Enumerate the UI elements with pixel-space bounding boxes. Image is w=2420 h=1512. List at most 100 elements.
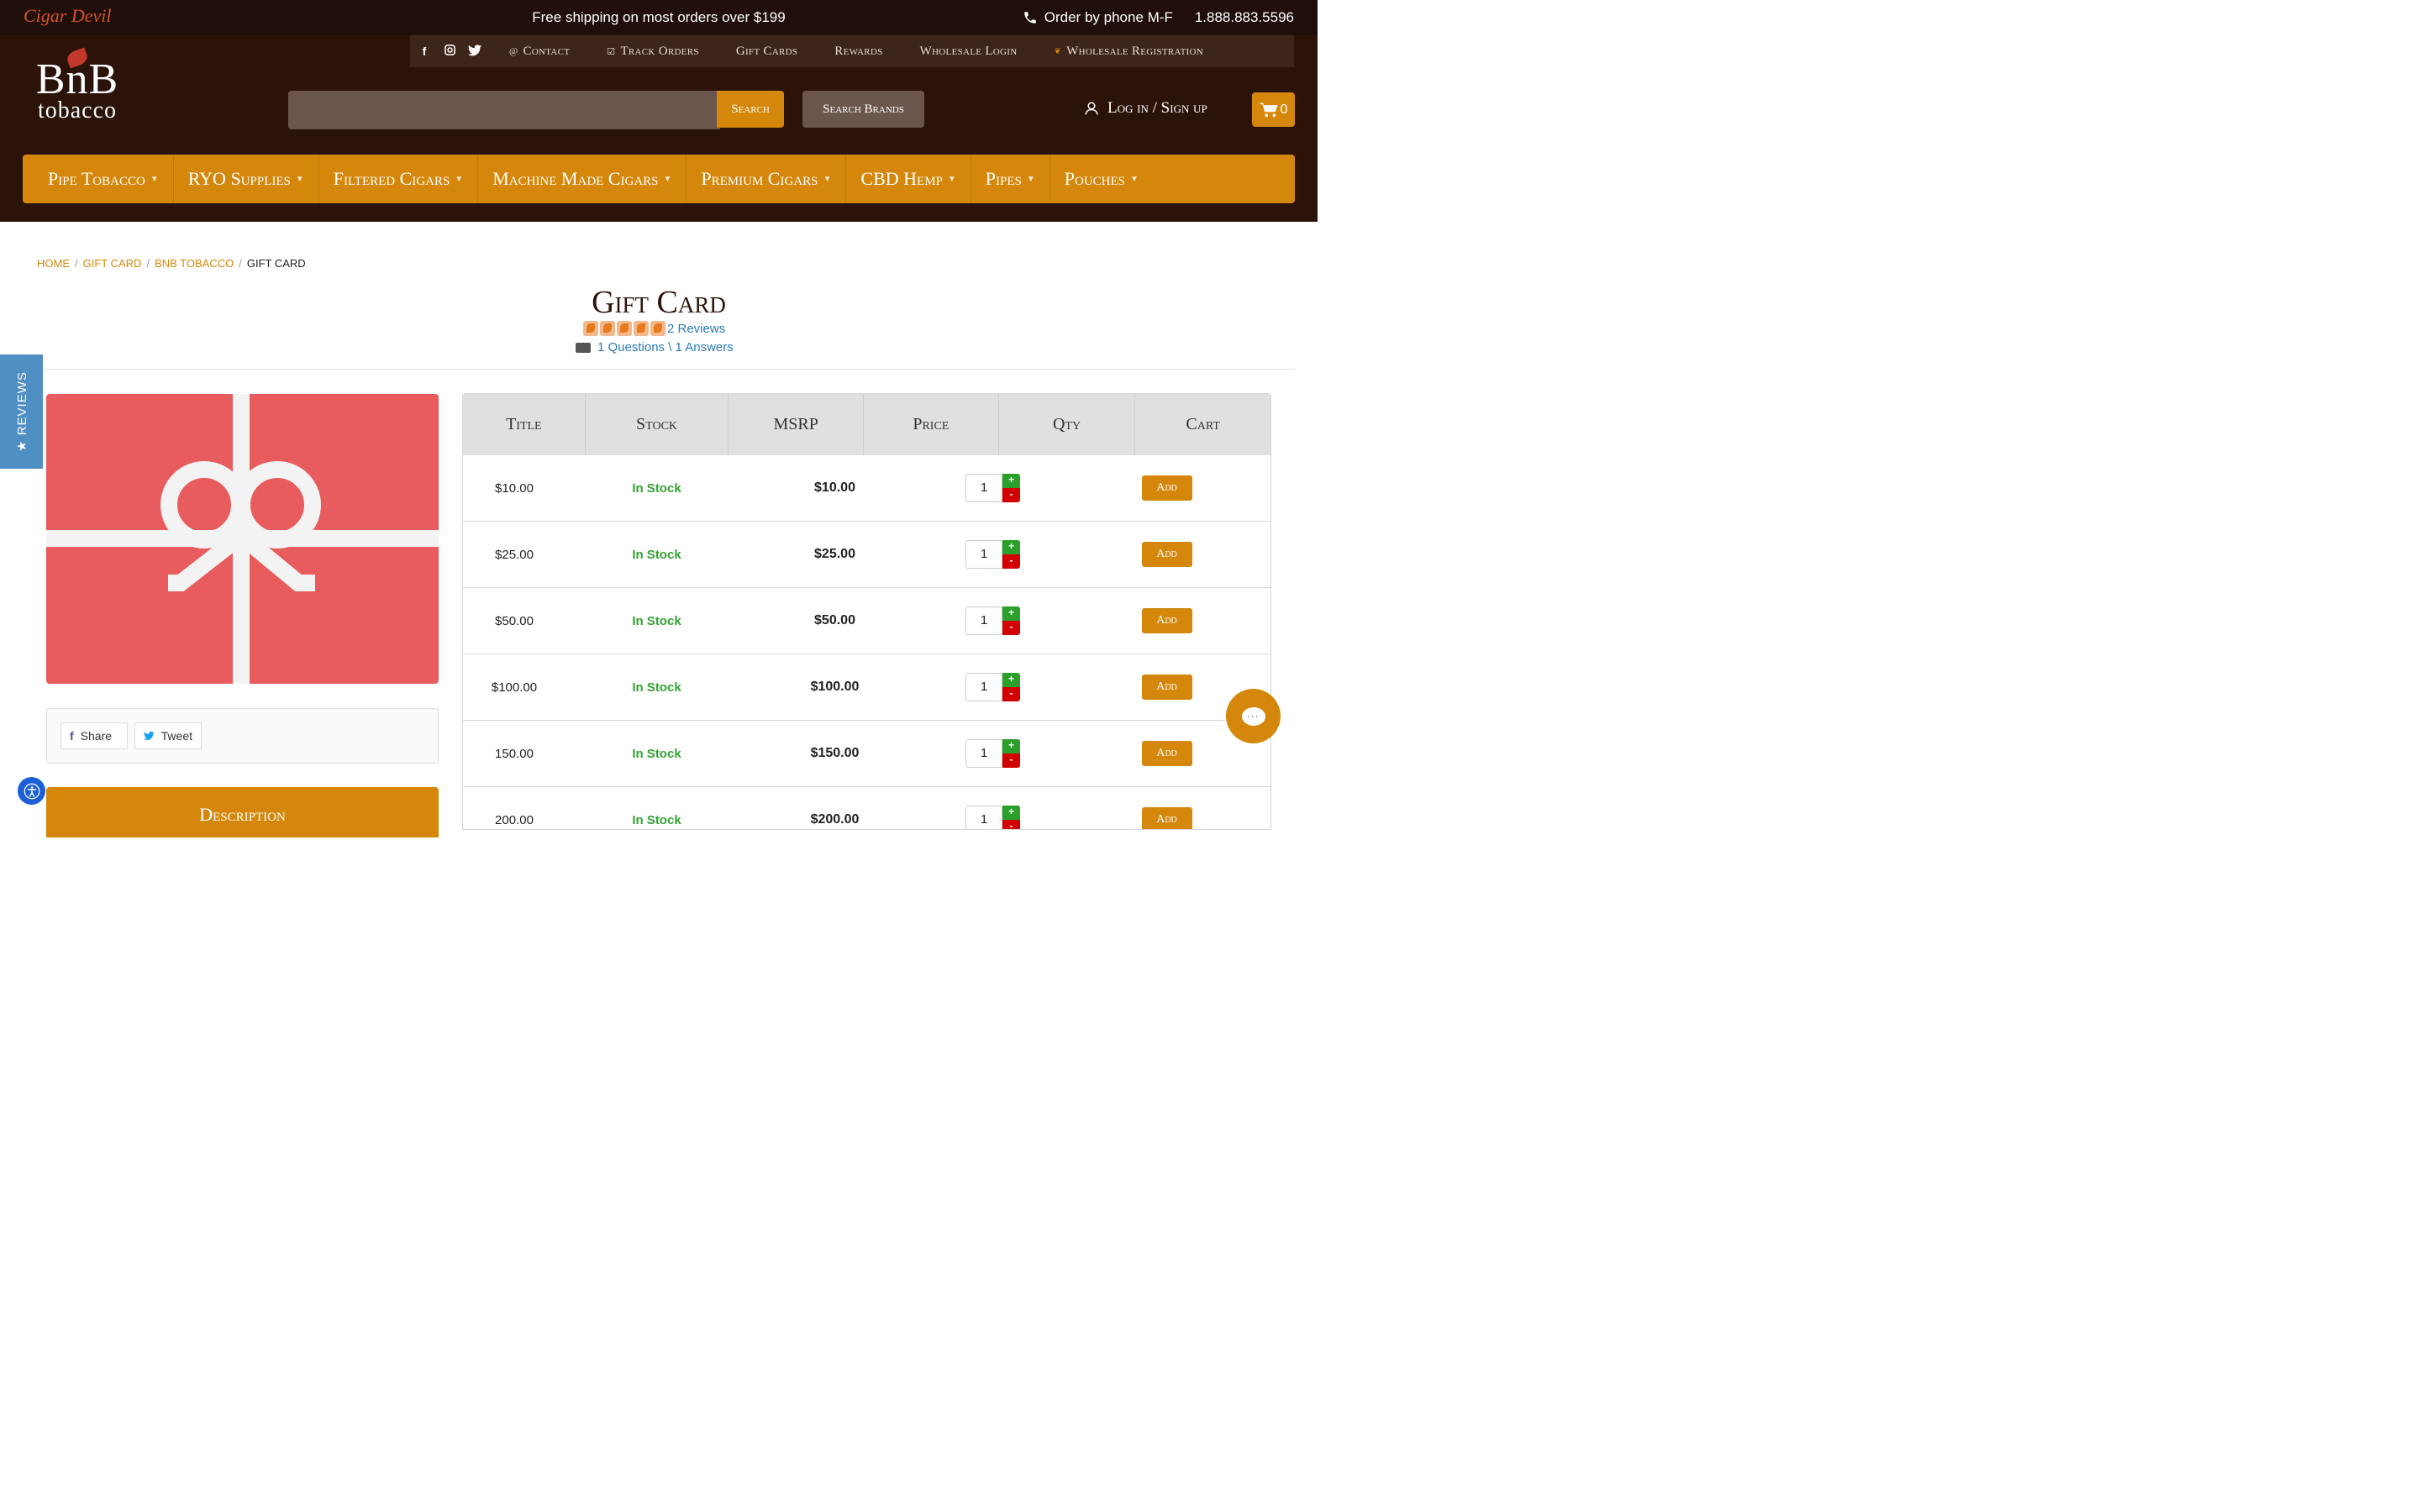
table-body: $10.00 In Stock $10.00 1 + - Add $25.00 In Stock… bbox=[463, 455, 1270, 829]
variants-table: Title Stock MSRP Price Qty Cart $10.00 In… bbox=[462, 393, 1271, 830]
quantity-input[interactable]: 1 bbox=[965, 606, 1002, 635]
quantity-input[interactable]: 1 bbox=[965, 739, 1002, 768]
variant-title: $25.00 bbox=[495, 547, 534, 562]
nav-cbd-hemp[interactable]: CBD Hemp ▼ bbox=[846, 155, 971, 203]
quantity-decrease-button[interactable]: - bbox=[1002, 753, 1020, 768]
cart-cell: Add bbox=[1065, 455, 1269, 521]
facebook-icon[interactable]: f bbox=[412, 45, 437, 58]
quantity-decrease-button[interactable]: - bbox=[1002, 820, 1020, 829]
nav-premium-cigars[interactable]: Premium Cigars ▼ bbox=[687, 155, 847, 203]
twitter-icon bbox=[144, 731, 155, 741]
description-tab[interactable]: Description bbox=[46, 787, 439, 837]
add-to-cart-button[interactable]: Add bbox=[1141, 807, 1192, 829]
nav-pouches[interactable]: Pouches ▼ bbox=[1050, 155, 1153, 203]
instagram-icon[interactable] bbox=[437, 44, 462, 59]
quantity-increase-button[interactable]: + bbox=[1002, 673, 1020, 687]
leaf-icon: ❦ bbox=[1054, 46, 1062, 56]
tweet-button[interactable]: Tweet bbox=[134, 722, 202, 749]
caret-down-icon: ▼ bbox=[947, 174, 956, 184]
phone-label: Order by phone M-F bbox=[1044, 9, 1173, 25]
quantity-increase-button[interactable]: + bbox=[1002, 806, 1020, 820]
nav-filtered-cigars[interactable]: Filtered Cigars ▼ bbox=[319, 155, 479, 203]
login-link[interactable]: Log in / Sign up bbox=[1084, 99, 1207, 118]
phone-icon bbox=[1024, 12, 1036, 24]
phone-info: Order by phone M-F 1.888.883.5596 bbox=[1023, 9, 1294, 26]
phone-number[interactable]: 1.888.883.5596 bbox=[1195, 9, 1294, 26]
qty-cell: 1 + - bbox=[922, 522, 1065, 587]
nav-pipe-tobacco[interactable]: Pipe Tobacco ▼ bbox=[23, 155, 174, 203]
quantity-input[interactable]: 1 bbox=[965, 474, 1002, 502]
bnb-logo[interactable]: BnB tobacco bbox=[24, 47, 131, 133]
variant-price: $100.00 bbox=[810, 680, 860, 694]
qty-cell: 1 + - bbox=[922, 588, 1065, 654]
product-image bbox=[46, 394, 439, 684]
quantity-input[interactable]: 1 bbox=[965, 806, 1002, 829]
column-header-cart: Cart bbox=[1186, 415, 1220, 433]
gift-cards-link[interactable]: Gift Cards bbox=[736, 45, 797, 59]
column-header-stock: Stock bbox=[586, 394, 729, 455]
search-brands-button[interactable]: Search Brands bbox=[802, 91, 924, 128]
variant-price: $200.00 bbox=[810, 812, 860, 827]
add-to-cart-button[interactable]: Add bbox=[1141, 675, 1192, 700]
add-to-cart-button[interactable]: Add bbox=[1141, 542, 1192, 567]
twitter-icon[interactable] bbox=[462, 44, 487, 59]
product-rating[interactable]: 2 Reviews bbox=[583, 321, 725, 336]
breadcrumb-bnb-tobacco[interactable]: BNB TOBACCO bbox=[155, 257, 234, 270]
quantity-input[interactable]: 1 bbox=[965, 673, 1002, 701]
questions-answers-link[interactable]: 1 Questions \ 1 Answers bbox=[576, 340, 734, 354]
stock-status: In Stock bbox=[632, 613, 681, 628]
site-header: f @ Contact ☑ Track Orders Gift Cards Rewa… bbox=[0, 35, 1318, 222]
variant-price: $50.00 bbox=[814, 613, 855, 627]
reviews-side-tab[interactable]: ★ REVIEWS bbox=[0, 354, 43, 469]
add-to-cart-button[interactable]: Add bbox=[1141, 475, 1192, 501]
add-to-cart-button[interactable]: Add bbox=[1141, 608, 1192, 633]
chat-widget-button[interactable]: ··· bbox=[1226, 689, 1281, 743]
qty-cell: 1 + - bbox=[922, 455, 1065, 521]
contact-link[interactable]: @ Contact bbox=[509, 45, 570, 59]
cart-cell: Add bbox=[1065, 522, 1269, 587]
nav-pipes[interactable]: Pipes ▼ bbox=[971, 155, 1050, 203]
breadcrumb-separator: / bbox=[239, 257, 242, 270]
stock-status: In Stock bbox=[632, 547, 681, 562]
search-button[interactable]: Search bbox=[717, 91, 784, 128]
quantity-increase-button[interactable]: + bbox=[1002, 474, 1020, 488]
quantity-input[interactable]: 1 bbox=[965, 540, 1002, 569]
accessibility-icon[interactable] bbox=[18, 777, 45, 805]
track-orders-link[interactable]: ☑ Track Orders bbox=[607, 45, 699, 59]
search-input[interactable] bbox=[288, 91, 720, 129]
variant-price: $10.00 bbox=[814, 480, 855, 495]
add-to-cart-button[interactable]: Add bbox=[1141, 741, 1192, 766]
at-icon: @ bbox=[509, 46, 518, 56]
cart-button[interactable]: 0 bbox=[1252, 92, 1295, 127]
quantity-decrease-button[interactable]: - bbox=[1002, 554, 1020, 569]
qty-cell: 1 + - bbox=[922, 721, 1065, 786]
breadcrumb-separator: / bbox=[146, 257, 150, 270]
variant-title: 200.00 bbox=[495, 812, 534, 827]
nav-ryo-supplies[interactable]: RYO Supplies ▼ bbox=[174, 155, 319, 203]
quantity-decrease-button[interactable]: - bbox=[1002, 488, 1020, 502]
breadcrumb-home[interactable]: HOME bbox=[37, 257, 70, 270]
facebook-share-button[interactable]: f Share bbox=[60, 722, 128, 749]
main-navigation: Pipe Tobacco ▼ RYO Supplies ▼ Filtered Cig… bbox=[23, 155, 1295, 203]
rating-leaf-icon bbox=[583, 321, 598, 336]
facebook-icon: f bbox=[70, 729, 74, 743]
wholesale-registration-link[interactable]: ❦ Wholesale Registration bbox=[1055, 45, 1204, 59]
breadcrumb-gift-card[interactable]: GIFT CARD bbox=[83, 257, 142, 270]
quantity-decrease-button[interactable]: - bbox=[1002, 621, 1020, 635]
reviews-count-link[interactable]: 2 Reviews bbox=[667, 322, 725, 336]
cart-cell: Add bbox=[1065, 588, 1269, 654]
rewards-link[interactable]: Rewards bbox=[834, 45, 882, 59]
quantity-increase-button[interactable]: + bbox=[1002, 739, 1020, 753]
quantity-increase-button[interactable]: + bbox=[1002, 540, 1020, 554]
table-row: 200.00 In Stock $200.00 1 + - Add bbox=[463, 787, 1270, 829]
qty-cell: 1 + - bbox=[922, 654, 1065, 720]
table-row: $25.00 In Stock $25.00 1 + - Add bbox=[463, 522, 1270, 588]
quantity-increase-button[interactable]: + bbox=[1002, 606, 1020, 621]
quantity-decrease-button[interactable]: - bbox=[1002, 687, 1020, 701]
stock-status: In Stock bbox=[632, 480, 681, 496]
wholesale-login-link[interactable]: Wholesale Login bbox=[920, 45, 1018, 59]
variant-title: 150.00 bbox=[495, 746, 534, 761]
breadcrumb-separator: / bbox=[75, 257, 78, 270]
nav-machine-made-cigars[interactable]: Machine Made Cigars ▼ bbox=[478, 155, 687, 203]
rating-leaf-icon bbox=[600, 321, 615, 336]
